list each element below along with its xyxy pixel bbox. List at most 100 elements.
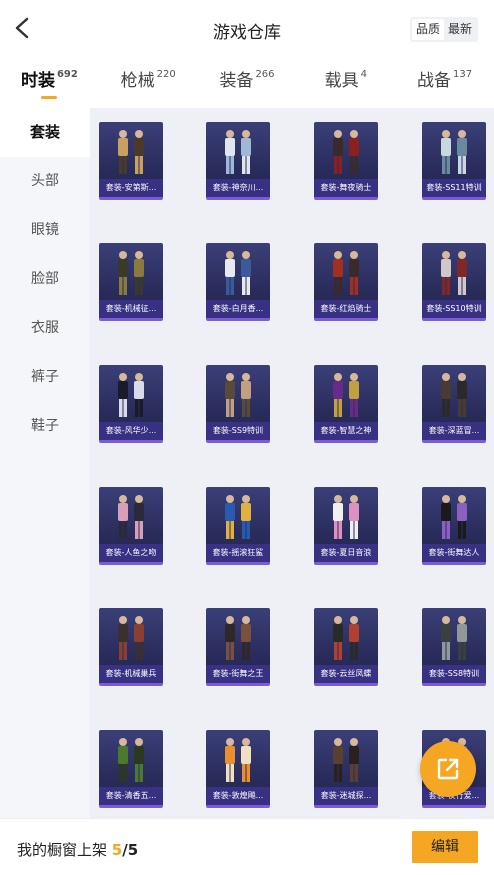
outfit-card[interactable]: 套装-街舞之王 <box>206 608 270 686</box>
tab-1[interactable]: 枪械 220 <box>99 58 198 108</box>
outfit-label: 套装-人鱼之吻 <box>99 544 163 562</box>
tab-count: 220 <box>156 69 176 80</box>
outfit-label: 套装-SS8特训 <box>422 665 486 683</box>
outfit-label: 套装-街舞达人 <box>422 544 486 562</box>
outfit-label: 套装-机械巢兵 <box>99 665 163 683</box>
sort-option-latest[interactable]: 最新 <box>444 19 476 40</box>
sidebar-item-3[interactable]: 脸部 <box>0 255 90 304</box>
tab-0[interactable]: 时装 692 <box>0 58 99 108</box>
outfit-label: 套装-深蓝冒... <box>422 422 486 440</box>
outfit-card[interactable]: 套装-神奈川... <box>206 122 270 200</box>
outfit-card[interactable]: 套装-夏日音浪 <box>314 487 378 565</box>
outfit-card[interactable]: 套装-红焰骑士 <box>314 243 378 321</box>
outfit-card[interactable]: 套装-清香五... <box>99 730 163 808</box>
tab-label: 时装 <box>20 71 55 91</box>
outfit-card[interactable]: 套装-迷城探... <box>314 730 378 808</box>
outfit-label: 套装-迷城探... <box>314 787 378 805</box>
tab-count: 266 <box>255 69 275 80</box>
sidebar-item-5[interactable]: 裤子 <box>0 353 90 402</box>
category-tabs: 时装 692 枪械 220 装备 266 载具 4 战备 137 <box>0 58 494 108</box>
outfit-label: 套装-白月香... <box>206 300 270 318</box>
outfit-card[interactable]: 套装-街舞达人 <box>422 487 486 565</box>
item-grid: 套装-安第斯... 套装-神奈川... 套装-舞夜骑士 套装-SS11特训套装-机械征… <box>90 108 494 818</box>
outfit-label: 套装-安第斯... <box>99 179 163 197</box>
outfit-label: 套装-敦煌飚... <box>206 787 270 805</box>
outfit-card[interactable]: 套装-智慧之神 <box>314 365 378 443</box>
sidebar-item-4[interactable]: 衣服 <box>0 304 90 353</box>
outfit-image <box>333 251 359 295</box>
shelf-status: 我的橱窗上架 5/5 <box>17 839 138 860</box>
outfit-image <box>441 130 467 174</box>
sidebar: 套装 头部 眼镜 脸部 衣服 裤子 鞋子 <box>0 108 90 818</box>
outfit-image <box>441 373 467 417</box>
outfit-image <box>333 495 359 539</box>
outfit-image <box>333 738 359 782</box>
outfit-image <box>333 130 359 174</box>
outfit-label: 套装-摇滚狂鲨 <box>206 544 270 562</box>
outfit-image <box>225 251 251 295</box>
tab-2[interactable]: 装备 266 <box>198 58 297 108</box>
shelf-label: 我的橱窗上架 <box>17 841 108 859</box>
outfit-card[interactable]: 套装-风华少... <box>99 365 163 443</box>
tab-label: 战备 <box>417 71 452 91</box>
sidebar-item-2[interactable]: 眼镜 <box>0 206 90 255</box>
footer: 我的橱窗上架 5/5 编辑 <box>0 818 494 875</box>
outfit-label: 套装-舞夜骑士 <box>314 179 378 197</box>
outfit-card[interactable]: 套装-SS10特训 <box>422 243 486 321</box>
shelf-total: /5 <box>122 841 139 859</box>
outfit-image <box>333 616 359 660</box>
outfit-image <box>441 495 467 539</box>
tab-count: 4 <box>360 69 367 80</box>
tab-label: 载具 <box>324 71 359 91</box>
outfit-card[interactable]: 套装-机械征... <box>99 243 163 321</box>
outfit-label: 套装-夏日音浪 <box>314 544 378 562</box>
outfit-card[interactable]: 套装-SS8特训 <box>422 608 486 686</box>
outfit-card[interactable]: 套装-SS11特训 <box>422 122 486 200</box>
outfit-label: 套装-红焰骑士 <box>314 300 378 318</box>
outfit-card[interactable]: 套装-白月香... <box>206 243 270 321</box>
tab-count: 137 <box>453 69 473 80</box>
tab-label: 装备 <box>219 71 254 91</box>
outfit-card[interactable]: 套装-云丝凤蝶 <box>314 608 378 686</box>
outfit-card[interactable]: 套装-安第斯... <box>99 122 163 200</box>
sidebar-item-0[interactable]: 套装 <box>0 108 90 157</box>
outfit-label: 套装-智慧之神 <box>314 422 378 440</box>
outfit-card[interactable]: 套装-人鱼之吻 <box>99 487 163 565</box>
outfit-image <box>333 373 359 417</box>
edit-button[interactable]: 编辑 <box>412 831 478 863</box>
tab-count: 692 <box>56 69 78 80</box>
outfit-image <box>225 373 251 417</box>
tab-3[interactable]: 载具 4 <box>296 58 395 108</box>
outfit-image <box>118 130 144 174</box>
outfit-image <box>225 495 251 539</box>
outfit-image <box>441 616 467 660</box>
outfit-image <box>225 738 251 782</box>
outfit-card[interactable]: 套装-舞夜骑士 <box>314 122 378 200</box>
tab-active-indicator <box>41 96 58 99</box>
outfit-card[interactable]: 套装-摇滚狂鲨 <box>206 487 270 565</box>
outfit-label: 套装-风华少... <box>99 422 163 440</box>
outfit-label: 套装-清香五... <box>99 787 163 805</box>
tab-4[interactable]: 战备 137 <box>395 58 494 108</box>
outfit-image <box>118 738 144 782</box>
outfit-image <box>118 495 144 539</box>
outfit-label: 套装-SS10特训 <box>422 300 486 318</box>
sidebar-item-1[interactable]: 头部 <box>0 157 90 206</box>
outfit-image <box>441 251 467 295</box>
outfit-image <box>118 373 144 417</box>
outfit-card[interactable]: 套装-深蓝冒... <box>422 365 486 443</box>
outfit-card[interactable]: 套装-敦煌飚... <box>206 730 270 808</box>
sort-option-quality[interactable]: 品质 <box>411 19 444 40</box>
outfit-card[interactable]: 套装-机械巢兵 <box>99 608 163 686</box>
outfit-label: 套装-SS11特训 <box>422 179 486 197</box>
outfit-image <box>225 616 251 660</box>
outfit-label: 套装-SS9特训 <box>206 422 270 440</box>
outfit-label: 套装-神奈川... <box>206 179 270 197</box>
share-button[interactable] <box>420 741 476 797</box>
outfit-card[interactable]: 套装-SS9特训 <box>206 365 270 443</box>
outfit-image <box>225 130 251 174</box>
outfit-label: 套装-云丝凤蝶 <box>314 665 378 683</box>
sidebar-item-6[interactable]: 鞋子 <box>0 402 90 451</box>
sort-toggle[interactable]: 品质 最新 <box>409 17 478 42</box>
shelf-current: 5 <box>111 841 123 859</box>
